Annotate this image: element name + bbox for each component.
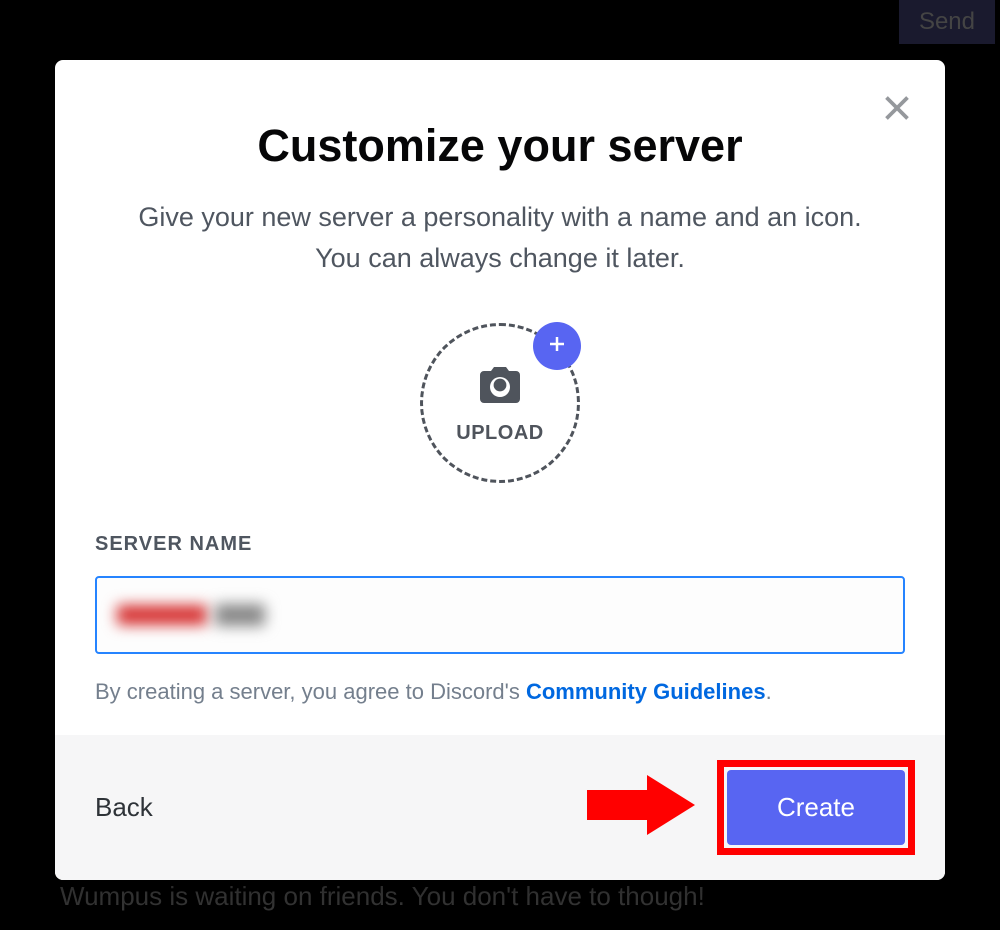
annotation-arrow (587, 770, 697, 845)
modal-footer: Back Create (55, 735, 945, 880)
plus-badge (533, 322, 581, 370)
modal-subtitle: Give your new server a personality with … (95, 197, 905, 278)
upload-zone: UPLOAD (95, 323, 905, 483)
create-button-wrapper: Create (587, 770, 905, 845)
disclaimer-text: By creating a server, you agree to Disco… (95, 679, 905, 705)
redacted-content (215, 604, 265, 626)
plus-icon (545, 332, 569, 361)
create-button[interactable]: Create (727, 770, 905, 845)
back-button[interactable]: Back (95, 782, 153, 833)
disclaimer-prefix: By creating a server, you agree to Disco… (95, 679, 526, 704)
server-name-input[interactable] (95, 576, 905, 654)
customize-server-modal: Customize your server Give your new serv… (55, 60, 945, 880)
community-guidelines-link[interactable]: Community Guidelines (526, 679, 766, 704)
camera-icon (476, 361, 524, 414)
redacted-content (117, 605, 207, 625)
server-name-label: SERVER NAME (95, 533, 905, 556)
close-icon (879, 113, 915, 130)
modal-body: Customize your server Give your new serv… (55, 60, 945, 735)
background-send-button: Send (899, 0, 995, 44)
disclaimer-suffix: . (766, 679, 772, 704)
background-wumpus-text: Wumpus is waiting on friends. You don't … (60, 881, 705, 912)
upload-icon-button[interactable]: UPLOAD (420, 323, 580, 483)
modal-title: Customize your server (95, 120, 905, 172)
upload-label: UPLOAD (456, 422, 543, 445)
close-button[interactable] (879, 90, 915, 131)
